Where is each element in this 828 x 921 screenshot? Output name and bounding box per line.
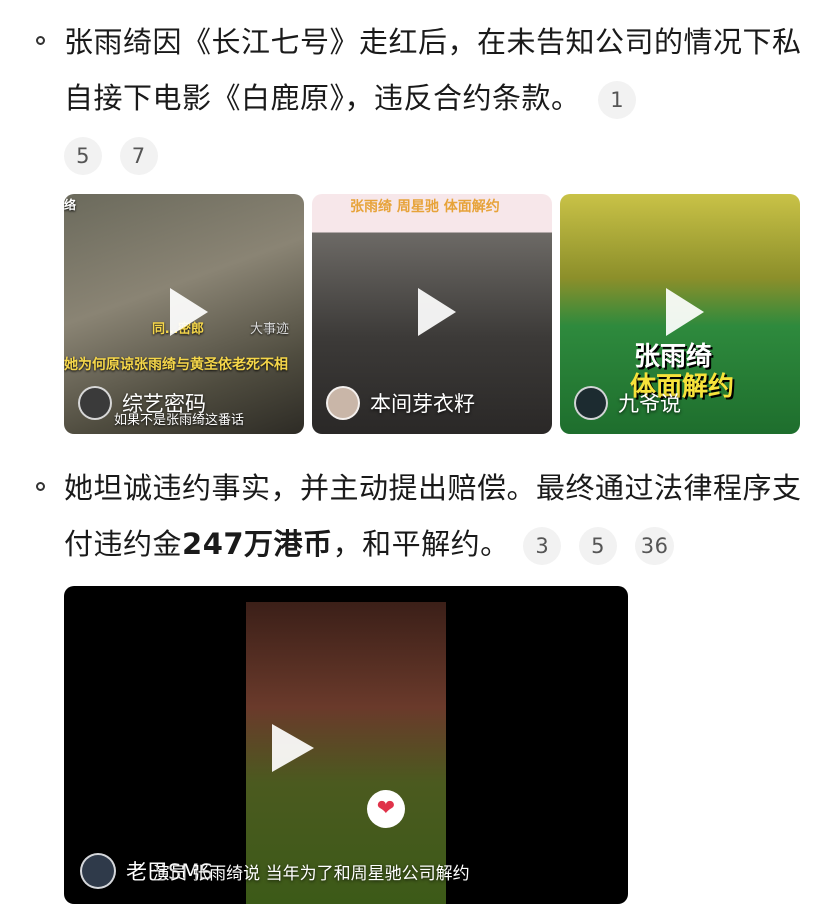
- reference-badge[interactable]: 36: [634, 527, 675, 565]
- reference-badge[interactable]: 3: [523, 527, 562, 565]
- author-name: 九爷说: [618, 392, 681, 416]
- video-author: 本间芽衣籽: [326, 386, 475, 420]
- bullet-item-1: 张雨绮因《长江七号》走红后，在未告知公司的情况下私自接下电影《白鹿原》，违反合约…: [36, 14, 806, 182]
- video-strip: 络 同…密郎 大事迹 她为何原谅张雨绮与黄圣依老死不相 综艺密码 如果不是张雨绮…: [64, 194, 800, 434]
- video-overlay-subtitle: 如果不是张雨绮这番话: [114, 413, 245, 428]
- play-icon: [162, 288, 208, 336]
- author-name: 本间芽衣籽: [370, 392, 475, 416]
- play-icon: [410, 288, 456, 336]
- reference-badge[interactable]: 5: [579, 527, 618, 565]
- paragraph-2: 她坦诚违约事实，并主动提出赔偿。最终通过法律程序支付违约金247万港币，和平解约…: [64, 460, 806, 572]
- bullet-icon: [36, 36, 45, 45]
- heart-icon: ❤: [367, 790, 405, 828]
- avatar: [80, 853, 116, 889]
- video-card-2[interactable]: 张雨绮 周星驰 体面解约 本间芽衣籽: [312, 194, 552, 434]
- avatar: [574, 386, 608, 420]
- video-overlay-text: 络: [64, 198, 77, 212]
- reference-badge[interactable]: 1: [598, 81, 637, 119]
- watermark: [566, 895, 816, 917]
- video-card-3[interactable]: 张雨绮 体面解约 九爷说: [560, 194, 800, 434]
- highlight-amount: 247万港币: [182, 527, 333, 561]
- reference-badge[interactable]: 5: [64, 137, 102, 175]
- paragraph-2-text-end: ，和平解约。: [332, 527, 510, 561]
- video-overlay-banner: 张雨绮 周星驰 体面解约: [350, 199, 500, 215]
- video-caption: 演员 张雨绮说 当年为了和周星驰公司解约: [152, 863, 470, 884]
- bullet-item-2: 她坦诚违约事实，并主动提出赔偿。最终通过法律程序支付违约金247万港币，和平解约…: [36, 460, 806, 572]
- video-author: 老巴SMS 演员 张雨绮说 当年为了和周星驰公司解约: [64, 846, 628, 896]
- paragraph-1: 张雨绮因《长江七号》走红后，在未告知公司的情况下私自接下电影《白鹿原》，违反合约…: [64, 14, 806, 182]
- paragraph-1-text: 张雨绮因《长江七号》走红后，在未告知公司的情况下私自接下电影《白鹿原》，违反合约…: [64, 25, 802, 115]
- play-icon: [262, 720, 318, 780]
- bullet-icon: [36, 482, 45, 491]
- avatar: [326, 386, 360, 420]
- video-overlay-banner: 她为何原谅张雨绮与黄圣依老死不相: [64, 357, 288, 373]
- play-icon: [658, 288, 704, 336]
- reference-badge[interactable]: 7: [119, 137, 158, 175]
- video-author: 九爷说: [574, 386, 681, 420]
- video-overlay-text: 大事迹: [250, 322, 290, 337]
- content-page: 张雨绮因《长江七号》走红后，在未告知公司的情况下私自接下电影《白鹿原》，违反合约…: [0, 0, 828, 921]
- video-card-1[interactable]: 络 同…密郎 大事迹 她为何原谅张雨绮与黄圣依老死不相 综艺密码 如果不是张雨绮…: [64, 194, 304, 434]
- avatar: [78, 386, 112, 420]
